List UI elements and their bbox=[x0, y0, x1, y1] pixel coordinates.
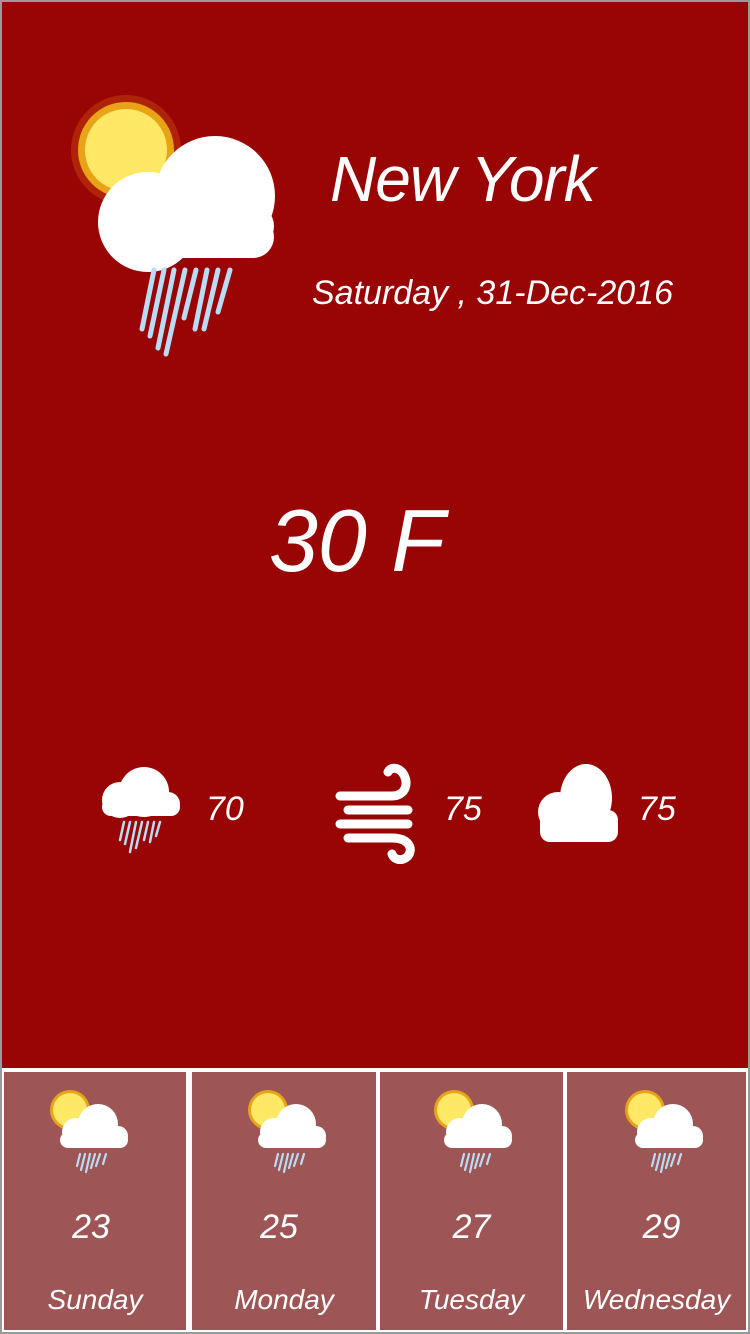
forecast-temp: 23 bbox=[72, 1208, 110, 1246]
forecast-temp: 27 bbox=[452, 1208, 491, 1246]
forecast-day-label: Tuesday bbox=[418, 1284, 525, 1315]
forecast-day-sunday[interactable]: 23 Sunday bbox=[2, 1070, 188, 1332]
forecast-day-tuesday[interactable]: 27 Tuesday bbox=[378, 1070, 565, 1332]
partly-sunny-rain-icon bbox=[625, 1090, 703, 1174]
forecast-strip: 23 Sunday 25 Monday 27 Tuesday 29 Wednes… bbox=[2, 1069, 748, 1332]
partly-sunny-rain-icon bbox=[71, 95, 275, 357]
precipitation-value: 70 bbox=[206, 790, 244, 828]
forecast-day-label: Sunday bbox=[47, 1284, 143, 1315]
partly-sunny-rain-icon bbox=[434, 1090, 512, 1174]
city-name: New York bbox=[330, 143, 596, 215]
current-weather-panel: New York Saturday , 31-Dec-2016 30 F 70 bbox=[2, 2, 748, 1068]
forecast-day-label: Monday bbox=[234, 1284, 334, 1315]
cloud-icon bbox=[538, 764, 618, 842]
rain-cloud-icon bbox=[102, 767, 180, 854]
forecast-temp: 25 bbox=[260, 1208, 298, 1246]
current-temperature: 30 F bbox=[268, 491, 446, 590]
partly-sunny-rain-icon bbox=[50, 1090, 128, 1174]
forecast-day-label: Wednesday bbox=[582, 1284, 731, 1315]
forecast-temp: 29 bbox=[642, 1208, 681, 1246]
forecast-day-monday[interactable]: 25 Monday bbox=[190, 1070, 378, 1332]
date-label: Saturday , 31-Dec-2016 bbox=[312, 274, 673, 312]
weather-screen: New York Saturday , 31-Dec-2016 30 F 70 bbox=[0, 0, 750, 1334]
wind-icon bbox=[335, 763, 415, 864]
partly-sunny-rain-icon bbox=[248, 1090, 326, 1174]
wind-value: 75 bbox=[444, 790, 482, 828]
cloud-cover-value: 75 bbox=[638, 790, 676, 828]
forecast-day-wednesday[interactable]: 29 Wednesday bbox=[565, 1070, 748, 1332]
